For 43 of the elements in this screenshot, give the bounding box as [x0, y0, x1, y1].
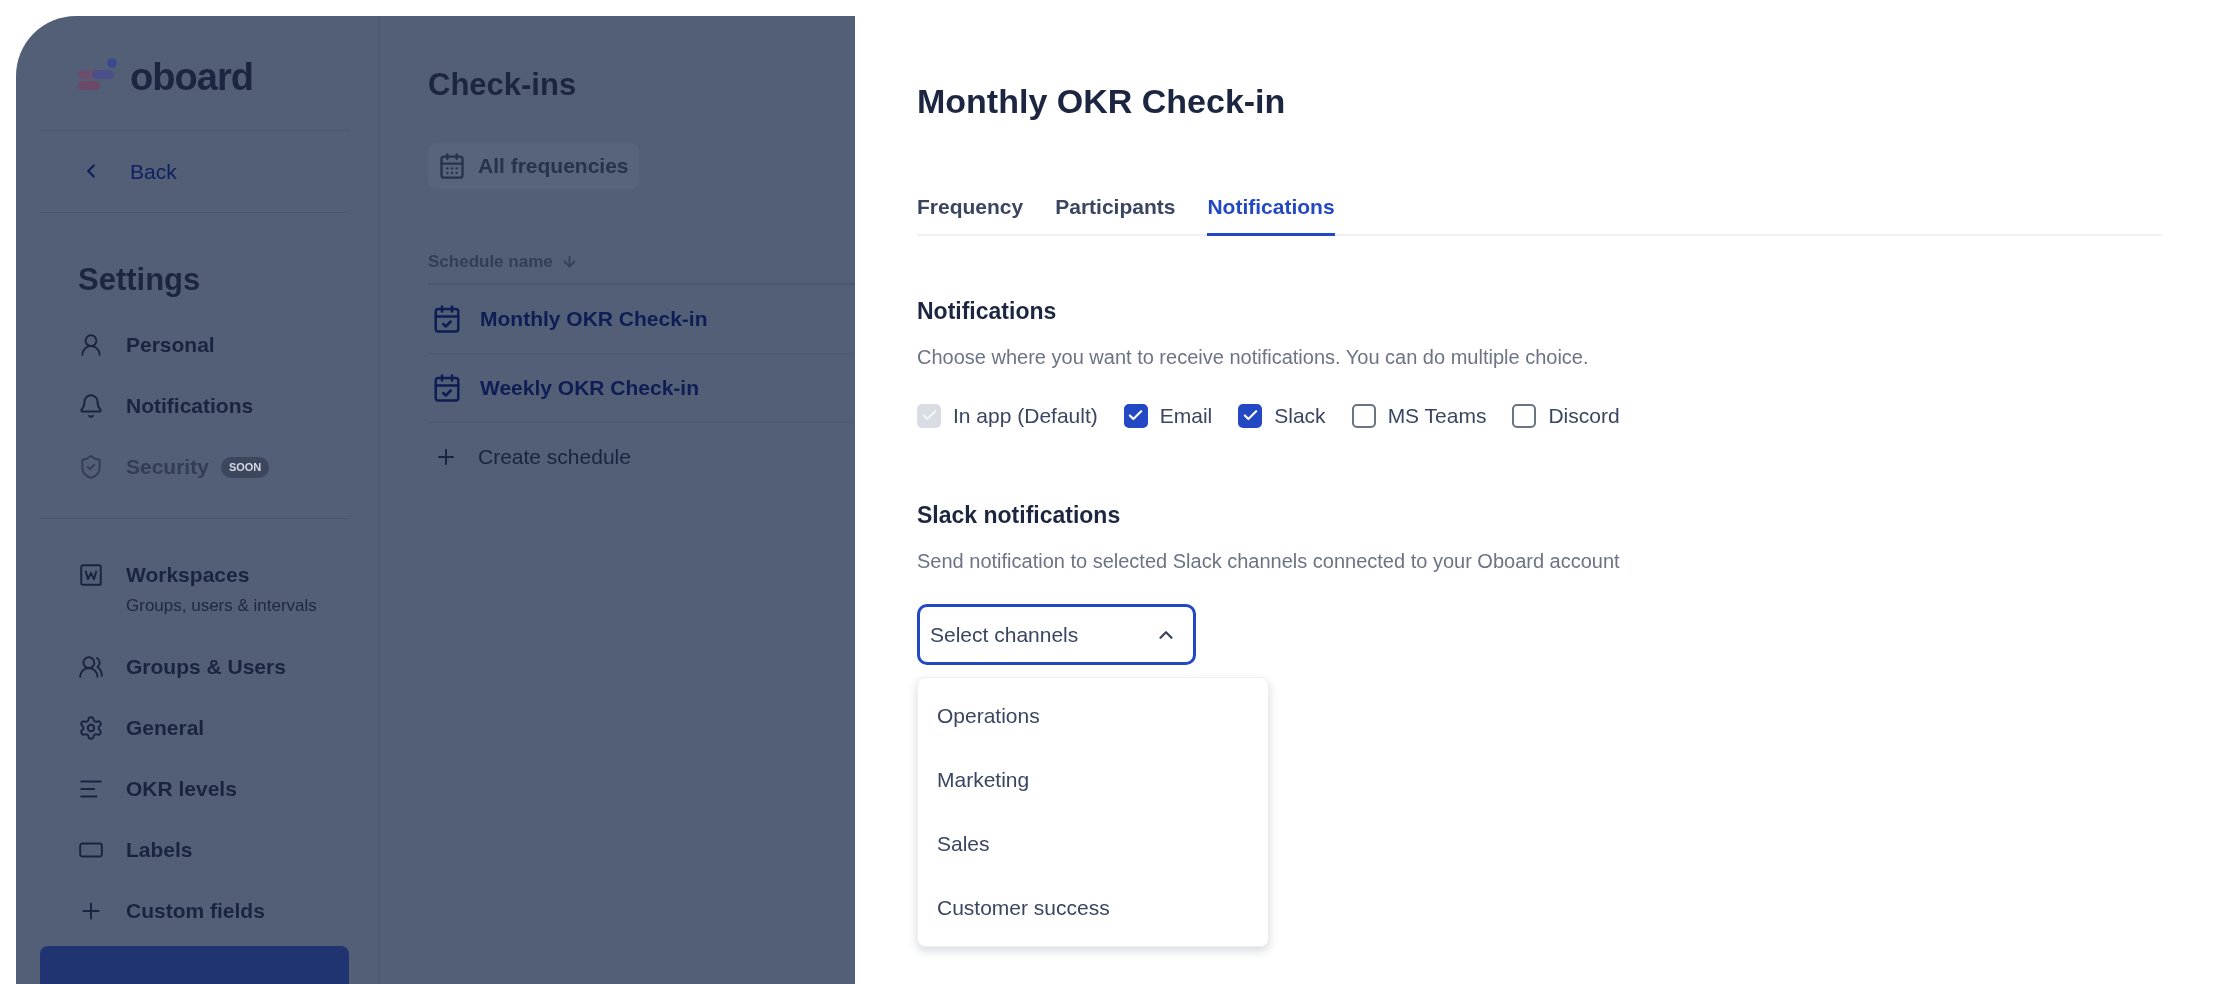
- calendar-icon: [438, 151, 466, 180]
- gear-icon: [78, 714, 104, 741]
- people-icon: [78, 653, 104, 680]
- section-description: Send notification to selected Slack channels connected to your Oboard account: [917, 549, 1621, 574]
- w-square-icon: [78, 562, 104, 589]
- shield-icon: [78, 454, 104, 481]
- checkbox-option[interactable]: Discord: [1512, 400, 1620, 432]
- calendar-check-icon: [432, 303, 462, 334]
- checkbox-option[interactable]: Slack: [1238, 400, 1326, 432]
- channel-option[interactable]: Operations: [918, 684, 1268, 748]
- tab[interactable]: Notifications: [1207, 191, 1335, 236]
- section-heading: Notifications: [917, 296, 1058, 326]
- checkbox[interactable]: [1351, 403, 1376, 428]
- logo-text: oboard: [130, 58, 254, 96]
- sidebar-item-label: Labels: [126, 837, 193, 862]
- channel-select[interactable]: Select channels: [917, 604, 1196, 665]
- sidebar-item-label: OKR levels: [126, 776, 237, 801]
- checkbox[interactable]: [1512, 403, 1537, 428]
- section-heading: Slack notifications: [917, 500, 1122, 530]
- sidebar-item-label: Personal: [126, 333, 215, 358]
- person-icon: [78, 332, 104, 359]
- section-description: Choose where you want to receive notifications. You can do multiple choice.: [917, 345, 1590, 370]
- settings-title: Settings: [77, 260, 202, 299]
- sidebar-item-label: Notifications: [126, 394, 254, 419]
- checkbox-option[interactable]: Email: [1123, 400, 1213, 432]
- checkbox-option[interactable]: MS Teams: [1351, 400, 1487, 432]
- drawer-title: Monthly OKR Check-in: [917, 81, 1287, 122]
- sidebar-item-subtitle: Groups, users & intervals: [126, 595, 317, 618]
- channel-option[interactable]: Customer success: [918, 876, 1268, 940]
- tab[interactable]: Frequency: [917, 191, 1024, 236]
- checkbox[interactable]: [1238, 403, 1263, 428]
- sidebar-item-label: General: [126, 715, 205, 740]
- tab[interactable]: Participants: [1055, 191, 1176, 236]
- sidebar-item-label: Groups & Users: [126, 654, 286, 679]
- sidebar-item-label: Workspaces: [126, 563, 250, 588]
- calendar-check-icon: [432, 372, 462, 403]
- page-title: Check-ins: [428, 66, 578, 104]
- soon-badge: SOON: [220, 457, 270, 478]
- checkbox[interactable]: [1123, 403, 1148, 428]
- channel-option[interactable]: Sales: [918, 812, 1268, 876]
- sidebar-item-label: Custom fields: [126, 898, 265, 923]
- channel-option[interactable]: Marketing: [918, 748, 1268, 812]
- bell-icon: [78, 393, 104, 420]
